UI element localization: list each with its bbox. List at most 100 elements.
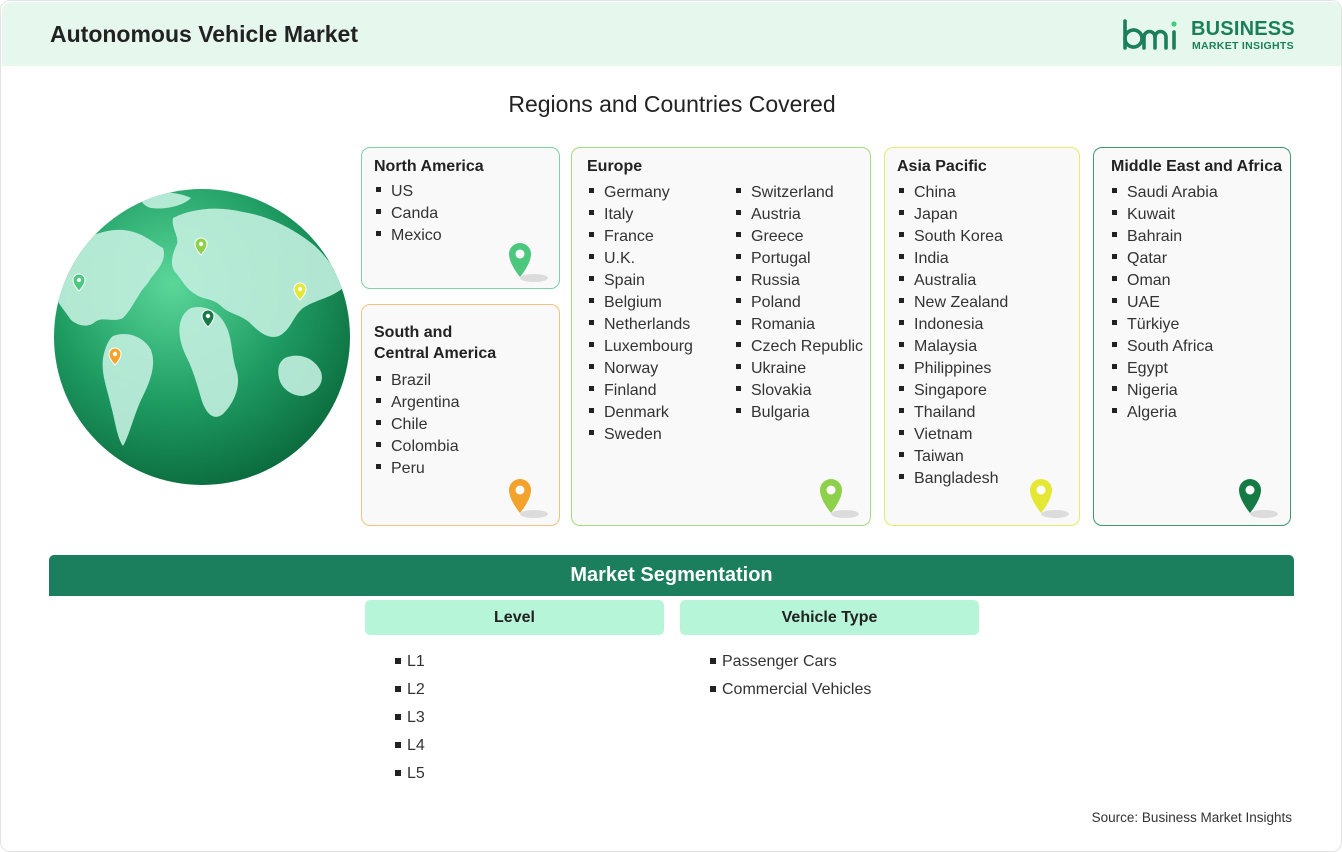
list-item: India	[899, 248, 1008, 270]
list-item: New Zealand	[899, 292, 1008, 314]
list-item: Australia	[899, 270, 1008, 292]
list-item: Spain	[589, 270, 693, 292]
header-bar: Autonomous Vehicle Market BUSINESS MARKE…	[2, 2, 1341, 66]
list-item: Russia	[736, 270, 863, 292]
asia-pacific-list: China Japan South Korea India Australia …	[899, 182, 1008, 490]
bmi-logo-mark	[1123, 19, 1177, 50]
list-item: Türkiye	[1112, 314, 1218, 336]
infographic-frame: Autonomous Vehicle Market BUSINESS MARKE…	[0, 0, 1342, 852]
list-item: Passenger Cars	[710, 648, 871, 676]
list-item: Algeria	[1112, 402, 1218, 424]
list-item: Peru	[376, 458, 460, 480]
list-item: Italy	[589, 204, 693, 226]
list-item: Sweden	[589, 424, 693, 446]
market-segmentation-header: Market Segmentation	[49, 555, 1294, 596]
list-item: Indonesia	[899, 314, 1008, 336]
bmi-logo: BUSINESS MARKET INSIGHTS	[1122, 18, 1302, 52]
list-item: Egypt	[1112, 358, 1218, 380]
level-list: L1 L2 L3 L4 L5	[395, 648, 425, 788]
list-item: Portugal	[736, 248, 863, 270]
segment-header-level: Level	[365, 600, 664, 635]
list-item: Argentina	[376, 392, 460, 414]
list-item: Kuwait	[1112, 204, 1218, 226]
list-item: France	[589, 226, 693, 248]
list-item: Oman	[1112, 270, 1218, 292]
segment-header-vehicle-type: Vehicle Type	[680, 600, 979, 635]
list-item: Denmark	[589, 402, 693, 424]
list-item: L3	[395, 704, 425, 732]
list-item: UAE	[1112, 292, 1218, 314]
region-title-middle-east-africa: Middle East and Africa	[1111, 158, 1282, 175]
region-title-asia-pacific: Asia Pacific	[897, 158, 987, 175]
location-pin-icon	[1239, 479, 1278, 518]
list-item: Czech Republic	[736, 336, 863, 358]
region-title-europe: Europe	[587, 158, 643, 175]
logo-text-market-insights: MARKET INSIGHTS	[1192, 40, 1294, 52]
list-item: Commercial Vehicles	[710, 676, 871, 704]
list-item: L5	[395, 760, 425, 788]
list-item: Ukraine	[736, 358, 863, 380]
list-item: Thailand	[899, 402, 1008, 424]
region-card-europe: Europe Germany Italy France U.K. Spain B…	[571, 147, 871, 526]
list-item: L2	[395, 676, 425, 704]
list-item: Poland	[736, 292, 863, 314]
list-item: South Korea	[899, 226, 1008, 248]
middle-east-africa-list: Saudi Arabia Kuwait Bahrain Qatar Oman U…	[1112, 182, 1218, 424]
north-america-list: US Canda Mexico	[376, 181, 442, 247]
location-pin-icon	[509, 243, 548, 282]
location-pin-icon	[509, 479, 548, 518]
list-item: U.K.	[589, 248, 693, 270]
list-item: Switzerland	[736, 182, 863, 204]
list-item: Greece	[736, 226, 863, 248]
list-item: Bangladesh	[899, 468, 1008, 490]
vehicle-type-list: Passenger Cars Commercial Vehicles	[710, 648, 871, 704]
page-title: Autonomous Vehicle Market	[50, 21, 359, 47]
region-title-line1: South and	[374, 324, 453, 341]
list-item: Mexico	[376, 225, 442, 247]
list-item: Philippines	[899, 358, 1008, 380]
europe-list-col1: Germany Italy France U.K. Spain Belgium …	[589, 182, 693, 446]
list-item: Belgium	[589, 292, 693, 314]
list-item: China	[899, 182, 1008, 204]
list-item: Saudi Arabia	[1112, 182, 1218, 204]
list-item: Finland	[589, 380, 693, 402]
globe-illustration	[54, 189, 350, 485]
location-pin-icon	[820, 479, 859, 518]
region-card-middle-east-africa: Middle East and Africa Saudi Arabia Kuwa…	[1093, 147, 1291, 526]
list-item: Netherlands	[589, 314, 693, 336]
source-note: Source: Business Market Insights	[1091, 810, 1292, 825]
list-item: Luxembourg	[589, 336, 693, 358]
list-item: Malaysia	[899, 336, 1008, 358]
regions-section-title: Regions and Countries Covered	[508, 91, 836, 117]
list-item: Slovakia	[736, 380, 863, 402]
list-item: L4	[395, 732, 425, 760]
list-item: Canda	[376, 203, 442, 225]
logo-text-business: BUSINESS	[1191, 18, 1295, 40]
list-item: Romania	[736, 314, 863, 336]
list-item: Brazil	[376, 370, 460, 392]
list-item: Singapore	[899, 380, 1008, 402]
list-item: Norway	[589, 358, 693, 380]
south-central-america-list: Brazil Argentina Chile Colombia Peru	[376, 370, 460, 480]
list-item: Nigeria	[1112, 380, 1218, 402]
list-item: Austria	[736, 204, 863, 226]
list-item: Colombia	[376, 436, 460, 458]
list-item: Bahrain	[1112, 226, 1218, 248]
list-item: US	[376, 181, 442, 203]
list-item: Japan	[899, 204, 1008, 226]
list-item: Bulgaria	[736, 402, 863, 424]
location-pin-icon	[1030, 479, 1069, 518]
list-item: South Africa	[1112, 336, 1218, 358]
europe-list-col2: Switzerland Austria Greece Portugal Russ…	[736, 182, 863, 424]
region-title-south-central-america: South and Central America	[374, 322, 496, 364]
region-title-line2: Central America	[374, 345, 497, 362]
region-card-south-central-america: South and Central America Brazil Argenti…	[361, 304, 560, 526]
region-title-north-america: North America	[374, 158, 484, 175]
list-item: Vietnam	[899, 424, 1008, 446]
list-item: Qatar	[1112, 248, 1218, 270]
region-card-north-america: North America US Canda Mexico	[361, 147, 560, 289]
list-item: L1	[395, 648, 425, 676]
region-card-asia-pacific: Asia Pacific China Japan South Korea Ind…	[884, 147, 1080, 526]
list-item: Germany	[589, 182, 693, 204]
list-item: Chile	[376, 414, 460, 436]
